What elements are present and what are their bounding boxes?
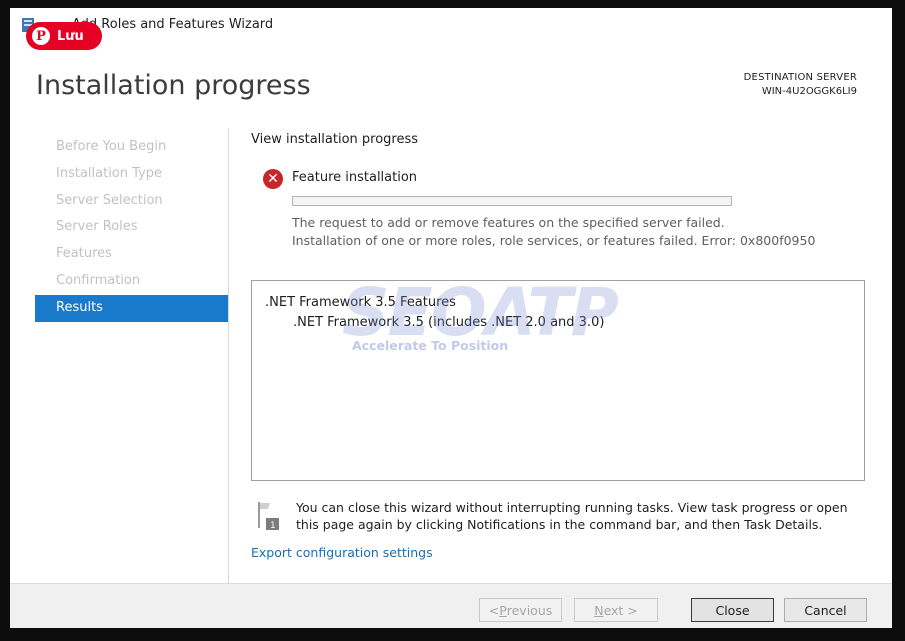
nav-item-server-selection: Server Selection — [56, 192, 163, 208]
cancel-button[interactable]: Cancel — [784, 598, 867, 622]
nav-item-features: Features — [56, 246, 112, 262]
destination-server-name: WIN-4U2OGGK6LI9 — [761, 86, 857, 97]
wizard-nav: Before You Begin Installation Type Serve… — [35, 134, 228, 322]
watermark-tagline: Accelerate To Position — [352, 338, 509, 353]
section-heading: View installation progress — [251, 132, 419, 147]
nav-divider — [228, 128, 229, 583]
notice-text: You can close this wizard without interr… — [296, 500, 848, 532]
error-icon: ✕ — [263, 169, 283, 189]
error-message-line2: Installation of one or more roles, role … — [292, 233, 816, 248]
pin-save-label: Lưu — [57, 28, 84, 44]
next-button[interactable]: Next > — [574, 598, 658, 622]
previous-button[interactable]: < Previous — [479, 598, 562, 622]
nav-item-before-you-begin: Before You Begin — [56, 139, 167, 154]
notification-flag-icon: 1 — [258, 502, 279, 531]
nav-item-server-roles: Server Roles — [56, 219, 138, 235]
export-configuration-link[interactable]: Export configuration settings — [251, 545, 433, 560]
pinterest-icon: P — [32, 27, 50, 45]
nav-item-installation-type: Installation Type — [56, 165, 162, 181]
wizard-window: Add Roles and Features Wizard P Lưu Inst… — [10, 8, 892, 628]
wizard-footer: < Previous Next > Close Cancel — [10, 583, 892, 628]
nav-item-results[interactable]: Results — [35, 294, 228, 322]
error-message-line1: The request to add or remove features on… — [292, 215, 725, 230]
installation-progress-bar — [292, 196, 732, 206]
title-bar: Add Roles and Features Wizard — [10, 8, 892, 44]
svg-text:1: 1 — [270, 521, 276, 531]
destination-server-label: DESTINATION SERVER — [743, 72, 857, 83]
close-button[interactable]: Close — [691, 598, 774, 622]
window-title: Add Roles and Features Wizard — [72, 17, 274, 32]
feature-installation-label: Feature installation — [292, 170, 418, 185]
nav-item-confirmation: Confirmation — [56, 272, 141, 288]
pinterest-save-button[interactable]: P Lưu — [26, 22, 102, 50]
page-title: Installation progress — [36, 70, 311, 101]
